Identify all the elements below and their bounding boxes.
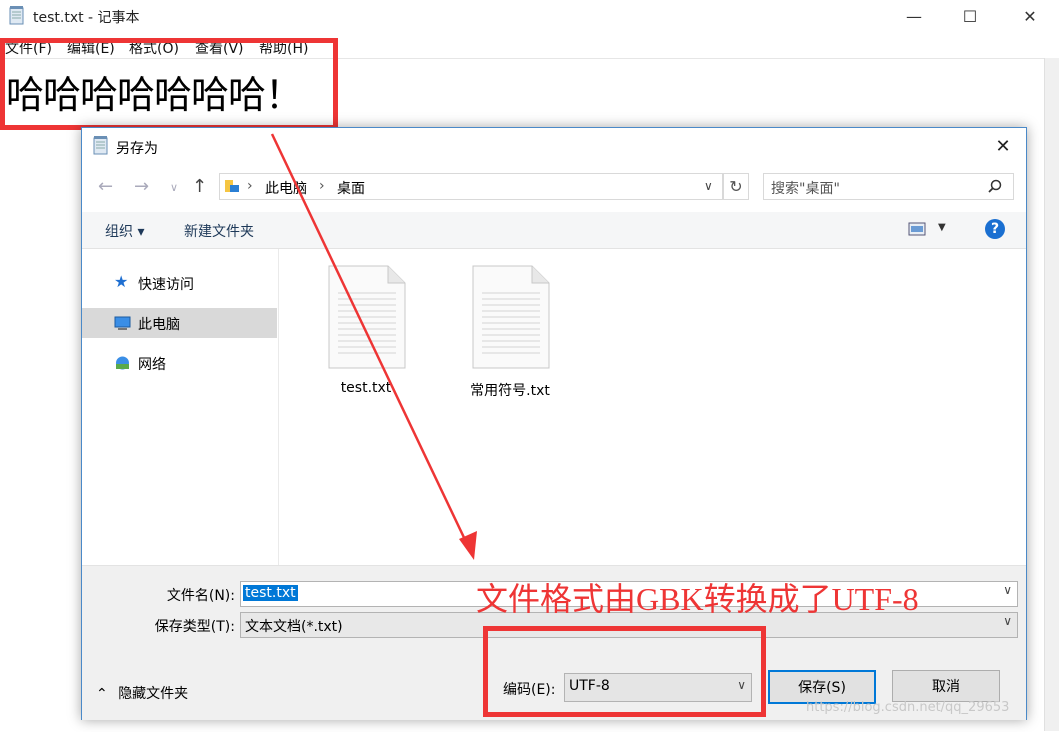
chevron-down-icon: ∨: [1003, 614, 1012, 628]
view-dropdown-icon[interactable]: ▼: [938, 222, 946, 233]
help-icon[interactable]: ?: [985, 219, 1005, 239]
hide-folders-toggle[interactable]: ⌃ 隐藏文件夹: [96, 683, 188, 703]
search-input[interactable]: 搜索"桌面": [763, 173, 1014, 200]
breadcrumb-this-pc[interactable]: 此电脑: [265, 178, 307, 198]
close-icon: ✕: [995, 135, 1011, 157]
filetype-value: 文本文档(*.txt): [245, 619, 343, 635]
navigation-pane: ★ 快速访问 此电脑 网络: [82, 249, 279, 565]
watermark: https://blog.csdn.net/qq_29653: [806, 700, 1010, 715]
nav-item-network[interactable]: 网络: [82, 348, 277, 378]
nav-item-this-pc[interactable]: 此电脑: [82, 308, 277, 338]
notepad-title: test.txt - 记事本: [33, 10, 140, 26]
file-name: 常用符号.txt: [470, 383, 550, 399]
up-arrow-icon[interactable]: ↑: [192, 176, 207, 197]
network-icon: [116, 356, 129, 370]
refresh-icon: ↻: [729, 177, 743, 196]
computer-icon: [114, 316, 131, 330]
chevron-down-icon[interactable]: ∨: [704, 179, 713, 193]
address-bar[interactable]: › 此电脑 › 桌面 ∨: [219, 173, 723, 200]
window-close-button[interactable]: ✕: [1007, 0, 1053, 32]
close-icon: ✕: [1023, 6, 1037, 26]
breadcrumb-separator: ›: [247, 178, 253, 194]
computer-icon: [225, 180, 239, 192]
nav-item-label: 快速访问: [138, 277, 194, 293]
chevron-up-icon: ⌃: [96, 686, 108, 702]
chevron-down-icon[interactable]: ∨: [1003, 583, 1012, 597]
file-item-test[interactable]: test.txt: [306, 249, 426, 399]
annotation-text: 文件格式由GBK转换成了UTF-8: [476, 581, 919, 617]
refresh-button[interactable]: ↻: [723, 173, 749, 200]
filetype-label: 保存类型(T):: [154, 619, 235, 635]
star-icon: ★: [114, 272, 129, 291]
breadcrumb-desktop[interactable]: 桌面: [337, 178, 365, 198]
filename-label: 文件名(N):: [166, 588, 235, 604]
view-mode-icon[interactable]: [908, 222, 926, 236]
back-arrow-icon[interactable]: ←: [98, 176, 113, 197]
dialog-title: 另存为: [116, 141, 158, 157]
nav-item-label: 此电脑: [138, 317, 180, 333]
organize-button[interactable]: 组织 ▾: [105, 221, 144, 241]
search-icon: [988, 179, 1002, 193]
filename-value: test.txt: [243, 585, 298, 601]
maximize-icon: ☐: [962, 6, 978, 26]
text-file-icon: [472, 265, 550, 369]
nav-item-quick-access[interactable]: ★ 快速访问: [82, 268, 277, 298]
file-item-symbols[interactable]: 常用符号.txt: [450, 249, 570, 399]
highlight-box-content: [0, 38, 338, 130]
highlight-box-encoding: [483, 626, 766, 717]
notepad-scrollbar[interactable]: [1044, 58, 1059, 731]
forward-arrow-icon[interactable]: →: [134, 176, 149, 197]
hide-folders-label: 隐藏文件夹: [118, 686, 189, 702]
nav-item-label: 网络: [138, 357, 166, 373]
dialog-toolbar: 组织 ▾ 新建文件夹 ▼ ?: [82, 212, 1026, 249]
new-folder-button[interactable]: 新建文件夹: [184, 221, 254, 241]
file-list: test.txt 常用符号.txt: [279, 249, 1026, 565]
minimize-icon: —: [906, 6, 922, 26]
recent-dropdown-icon[interactable]: ∨: [170, 181, 178, 194]
maximize-button[interactable]: ☐: [947, 0, 993, 32]
file-name: test.txt: [340, 380, 392, 396]
notepad-title-bar: test.txt - 记事本 — ☐ ✕: [0, 0, 1059, 32]
notepad-icon: [93, 136, 108, 155]
minimize-button[interactable]: —: [891, 0, 937, 32]
dialog-close-button[interactable]: ✕: [988, 134, 1018, 158]
notepad-icon: [9, 6, 24, 25]
save-button[interactable]: 保存(S): [768, 670, 876, 704]
breadcrumb-separator: ›: [319, 178, 325, 194]
cancel-button[interactable]: 取消: [892, 670, 1000, 702]
search-placeholder: 搜索"桌面": [771, 181, 840, 197]
text-file-icon: [328, 265, 406, 369]
